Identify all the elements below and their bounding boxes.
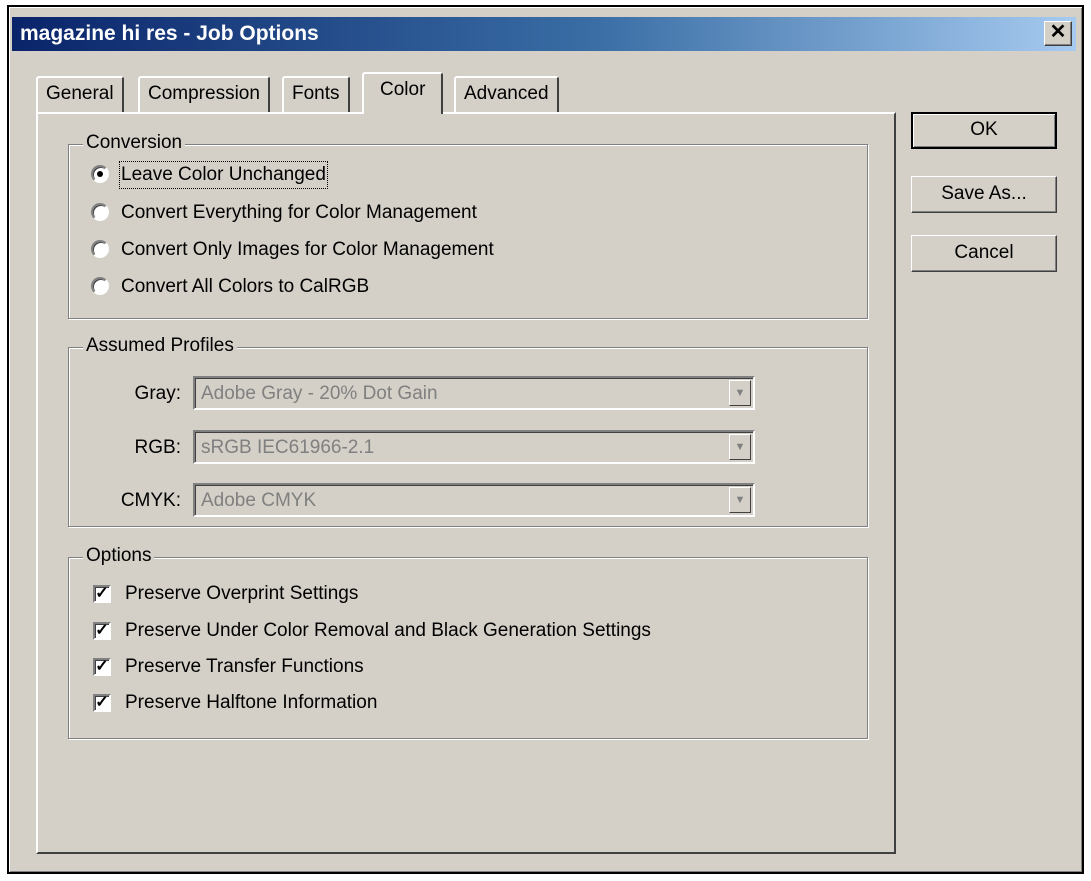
assumed-profiles-group-title: Assumed Profiles — [83, 335, 237, 357]
conversion-group-title: Conversion — [83, 132, 186, 154]
checkbox-label: Preserve Transfer Functions — [125, 656, 364, 677]
assumed-profiles-group: Assumed Profiles Gray: Adobe Gray - 20% … — [68, 335, 868, 527]
ok-button[interactable]: OK — [911, 112, 1057, 149]
chevron-down-icon[interactable]: ▼ — [729, 434, 751, 460]
rgb-profile-value: sRGB IEC61966-2.1 — [201, 437, 375, 458]
radio-button[interactable] — [91, 277, 109, 295]
radio-label: Convert Everything for Color Management — [121, 202, 477, 223]
tab-compression[interactable]: Compression — [138, 76, 270, 112]
checkbox-checked[interactable]: ✓ — [93, 658, 111, 676]
title-bar: magazine hi res - Job Options ✕ — [12, 17, 1076, 51]
tab-label: Advanced — [464, 83, 549, 104]
checkbox-checked[interactable]: ✓ — [93, 622, 111, 640]
tab-general[interactable]: General — [36, 76, 124, 112]
radio-button[interactable] — [91, 240, 109, 258]
tab-label: Fonts — [292, 83, 340, 104]
radio-button-selected[interactable] — [91, 165, 109, 183]
chevron-down-icon[interactable]: ▼ — [729, 380, 751, 406]
tab-label: Color — [380, 79, 426, 100]
gray-profile-select[interactable]: Adobe Gray - 20% Dot Gain ▼ — [193, 376, 755, 410]
radio-label: Leave Color Unchanged — [119, 161, 328, 189]
checkbox-checked[interactable]: ✓ — [93, 694, 111, 712]
close-icon: ✕ — [1049, 21, 1067, 43]
tab-fonts[interactable]: Fonts — [282, 76, 350, 112]
checkbox-checked[interactable]: ✓ — [93, 585, 111, 603]
tab-color[interactable]: Color — [362, 72, 444, 114]
radio-label: Convert All Colors to CalRGB — [121, 276, 370, 297]
tab-advanced[interactable]: Advanced — [454, 76, 559, 112]
radio-label: Convert Only Images for Color Management — [121, 239, 494, 260]
tab-label: Compression — [148, 83, 260, 104]
close-button[interactable]: ✕ — [1044, 21, 1072, 46]
cmyk-profile-label: CMYK: — [120, 490, 181, 511]
radio-button[interactable] — [91, 203, 109, 221]
window-title: magazine hi res - Job Options — [20, 22, 319, 45]
save-as-button[interactable]: Save As... — [911, 176, 1057, 213]
tab-label: General — [46, 83, 114, 104]
cmyk-profile-value: Adobe CMYK — [201, 490, 317, 511]
checkbox-label: Preserve Halftone Information — [125, 692, 378, 713]
rgb-profile-label: RGB: — [134, 437, 181, 458]
options-group-title: Options — [83, 545, 155, 567]
options-group: Options ✓ Preserve Overprint Settings ✓ … — [68, 545, 868, 739]
cancel-button[interactable]: Cancel — [911, 235, 1057, 272]
rgb-profile-select[interactable]: sRGB IEC61966-2.1 ▼ — [193, 430, 755, 464]
cmyk-profile-select[interactable]: Adobe CMYK ▼ — [193, 483, 755, 517]
chevron-down-icon[interactable]: ▼ — [729, 487, 751, 513]
gray-profile-label: Gray: — [134, 383, 181, 404]
checkbox-label: Preserve Under Color Removal and Black G… — [125, 620, 651, 641]
color-tab-panel: Conversion Leave Color Unchanged Convert… — [36, 112, 896, 854]
conversion-group: Conversion Leave Color Unchanged Convert… — [68, 132, 868, 319]
checkbox-label: Preserve Overprint Settings — [125, 583, 359, 604]
gray-profile-value: Adobe Gray - 20% Dot Gain — [201, 383, 438, 404]
